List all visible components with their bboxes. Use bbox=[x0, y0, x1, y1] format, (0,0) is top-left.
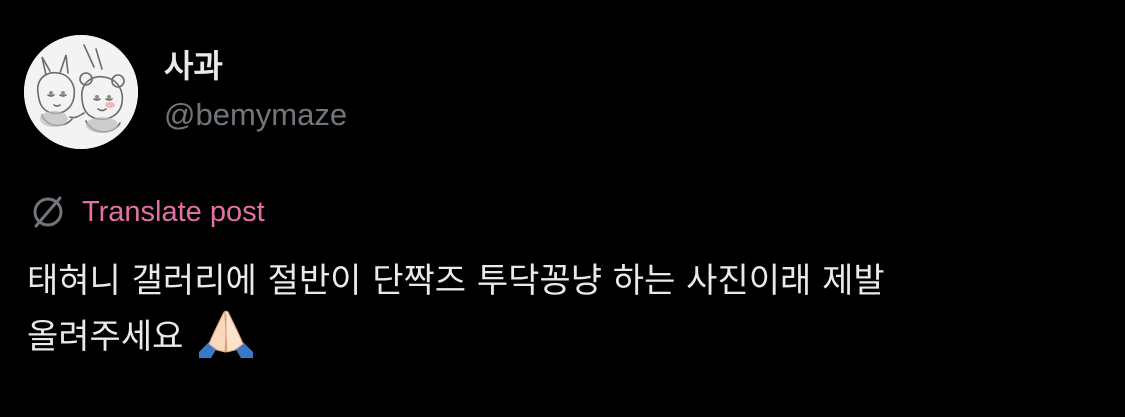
folded-hands-emoji-icon bbox=[195, 308, 257, 358]
translate-post-label[interactable]: Translate post bbox=[82, 192, 265, 232]
translate-globe-icon bbox=[33, 196, 63, 228]
user-handle[interactable]: @bemymaze bbox=[164, 95, 347, 135]
post-text: 태혀니 갤러리에 절반이 단짝즈 투닥꽁냥 하는 사진이래 제발 올려주세요 bbox=[27, 254, 1097, 364]
post-text-line-2: 올려주세요 bbox=[27, 308, 1097, 364]
translate-post-button[interactable]: Translate post bbox=[28, 192, 265, 232]
avatar-image bbox=[24, 35, 138, 149]
avatar[interactable] bbox=[24, 35, 138, 149]
post-text-line-2-text: 올려주세요 bbox=[27, 317, 184, 357]
post-text-line-1: 태혀니 갤러리에 절반이 단짝즈 투닥꽁냥 하는 사진이래 제발 bbox=[27, 261, 885, 301]
display-name[interactable]: 사과 bbox=[164, 46, 223, 86]
